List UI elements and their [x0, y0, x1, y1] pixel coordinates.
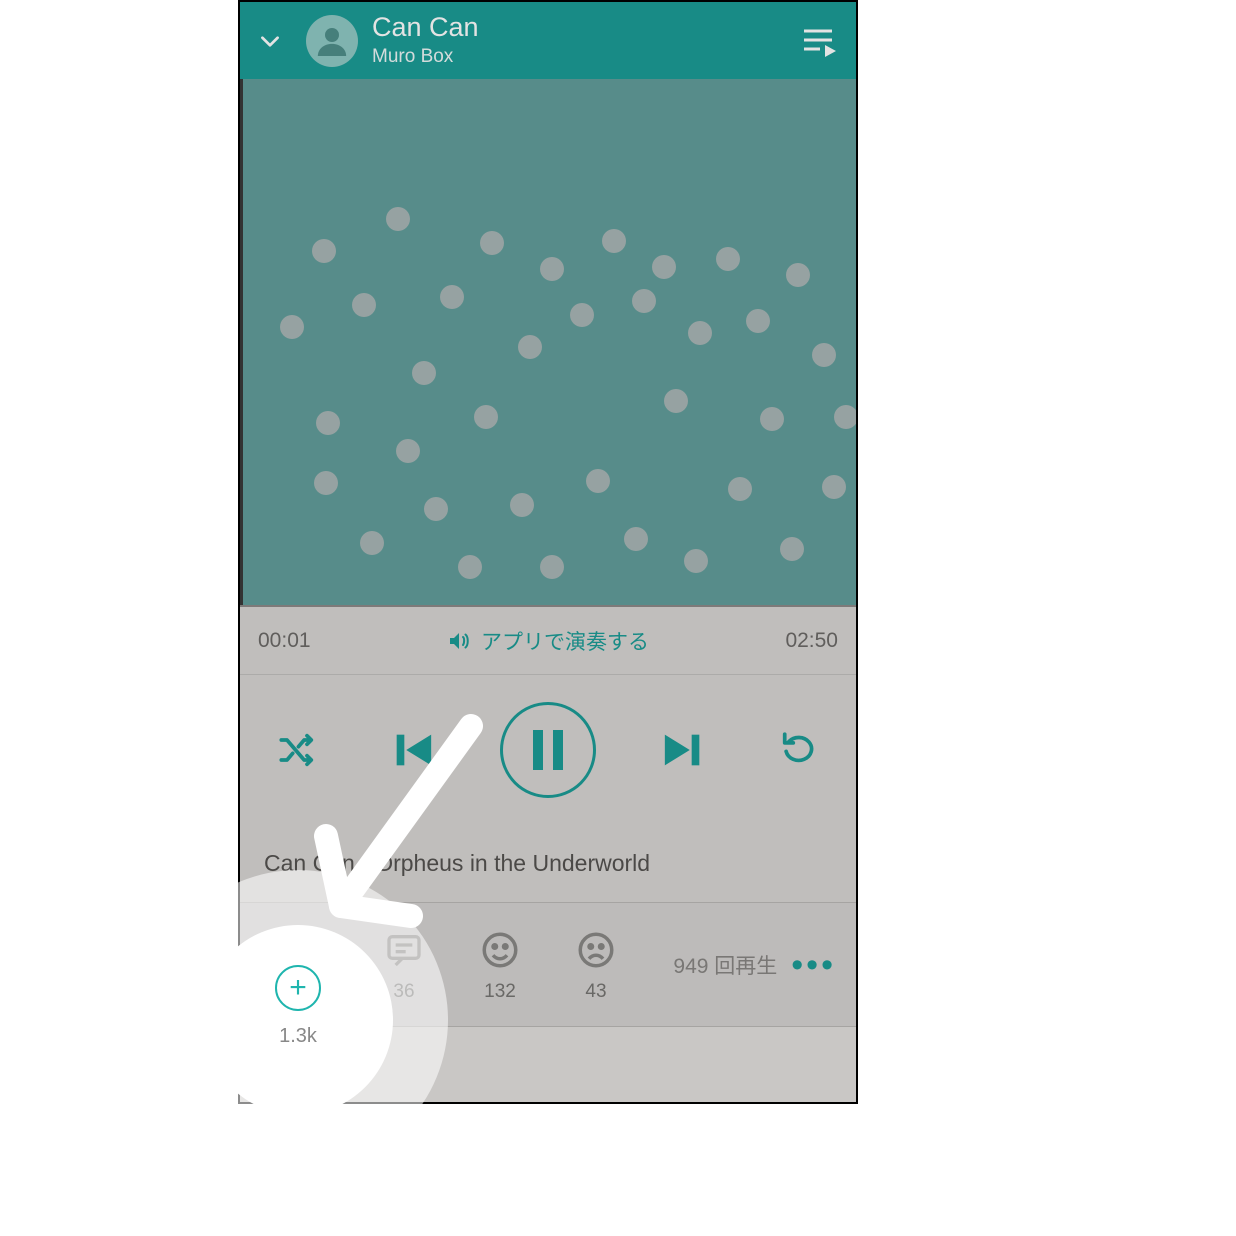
- avatar[interactable]: [306, 15, 358, 67]
- queue-icon[interactable]: [796, 19, 840, 63]
- add-count: 1.3k: [290, 981, 326, 1003]
- play-count: 949 回再生 •••: [673, 950, 836, 980]
- comments-button[interactable]: 36: [356, 927, 452, 1003]
- like-button[interactable]: 132: [452, 927, 548, 1003]
- stats-row: 1.3k 36 132 43 949: [240, 903, 856, 1027]
- next-button[interactable]: [657, 723, 711, 777]
- plus-icon: [285, 927, 331, 973]
- add-to-playlist-button[interactable]: 1.3k: [260, 927, 356, 1003]
- sad-icon: [573, 927, 619, 973]
- header-titles: Can Can Muro Box: [372, 13, 479, 68]
- smile-icon: [477, 927, 523, 973]
- shuffle-button[interactable]: [270, 723, 324, 777]
- pause-icon: [533, 730, 563, 770]
- likes-count: 132: [484, 981, 516, 1003]
- music-roll-visualization[interactable]: [240, 79, 856, 607]
- total-time: 02:50: [785, 629, 838, 653]
- collapse-chevron-icon[interactable]: [254, 25, 286, 57]
- previous-button[interactable]: [385, 723, 439, 777]
- artist-name: Muro Box: [372, 46, 479, 68]
- playhead: [240, 79, 243, 605]
- song-title-row: Can Can - Orpheus in the Underworld: [240, 825, 856, 903]
- play-mode-label: アプリで演奏する: [481, 626, 649, 656]
- dislikes-count: 43: [585, 981, 606, 1003]
- song-title: Can Can - Orpheus in the Underworld: [264, 850, 650, 877]
- play-mode-button[interactable]: アプリで演奏する: [447, 626, 649, 656]
- comments-count: 36: [393, 981, 414, 1003]
- comment-icon: [381, 927, 427, 973]
- play-count-text: 949 回再生: [673, 950, 777, 980]
- dislike-button[interactable]: 43: [548, 927, 644, 1003]
- now-playing-header: Can Can Muro Box: [240, 2, 856, 79]
- track-title: Can Can: [372, 13, 479, 43]
- elapsed-time: 00:01: [258, 629, 311, 653]
- phone-frame: Can Can Muro Box: [238, 0, 858, 1104]
- repeat-button[interactable]: [772, 723, 826, 777]
- transport-controls: [240, 675, 856, 825]
- pause-button[interactable]: [500, 702, 596, 798]
- time-row: 00:01 アプリで演奏する 02:50: [240, 607, 856, 675]
